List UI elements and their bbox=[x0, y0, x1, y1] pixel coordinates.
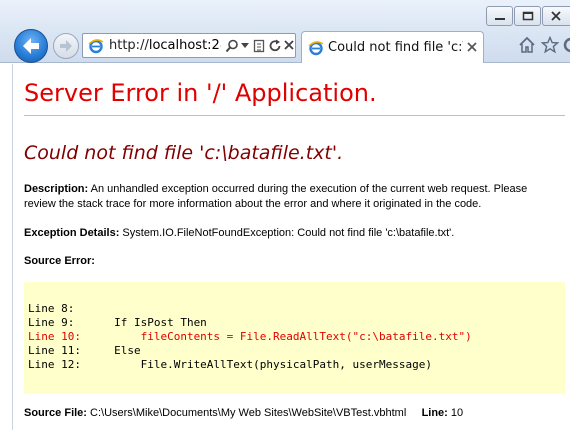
exception-details: Exception Details: System.IO.FileNotFoun… bbox=[24, 226, 554, 241]
source-line-value: 10 bbox=[450, 407, 464, 419]
address-url[interactable]: http://localhost:281 bbox=[109, 38, 221, 53]
ie-page-icon bbox=[88, 39, 104, 54]
source-error: Source Error: bbox=[24, 254, 554, 269]
code-line-8: Line 8: bbox=[28, 302, 75, 315]
page-title: Server Error in '/' Application. bbox=[24, 79, 377, 107]
description-label: Description: bbox=[24, 183, 89, 195]
code-line-10-error: Line 10: fileContents = File.ReadAllText… bbox=[28, 330, 472, 343]
tab-close-icon[interactable] bbox=[466, 41, 478, 53]
forward-arrow-icon bbox=[60, 40, 72, 52]
page-content: Server Error in '/' Application. Could n… bbox=[12, 64, 570, 430]
back-button[interactable] bbox=[14, 29, 48, 63]
tools-gear-icon[interactable] bbox=[562, 36, 570, 54]
minimize-button[interactable] bbox=[486, 6, 513, 26]
description-text: An unhandled exception occurred during t… bbox=[24, 183, 528, 210]
source-code-block: Line 8: Line 9: If IsPost Then Line 10: … bbox=[24, 282, 565, 394]
url-scheme: http:// bbox=[109, 38, 149, 53]
stop-icon[interactable] bbox=[283, 39, 295, 51]
source-file: Source File: C:\Users\Mike\Documents\My … bbox=[24, 406, 554, 421]
minimize-icon bbox=[495, 18, 505, 20]
forward-button[interactable] bbox=[53, 33, 79, 59]
maximize-icon bbox=[522, 11, 534, 21]
code-line-11: Line 11: Else bbox=[28, 344, 141, 357]
search-icon[interactable] bbox=[225, 39, 239, 53]
url-host: localhost:281 bbox=[148, 38, 221, 53]
back-arrow-icon bbox=[23, 38, 39, 54]
dropdown-icon[interactable] bbox=[241, 43, 249, 49]
refresh-icon[interactable] bbox=[269, 39, 282, 53]
tab-title: Could not find file 'c:\b... bbox=[328, 40, 463, 55]
source-line-label: Line: bbox=[421, 407, 448, 419]
home-icon[interactable] bbox=[518, 36, 536, 54]
maximize-button[interactable] bbox=[514, 6, 541, 26]
description: Description: An unhandled exception occu… bbox=[24, 182, 554, 212]
favorites-star-icon[interactable] bbox=[541, 36, 559, 54]
code-line-9: Line 9: If IsPost Then bbox=[28, 316, 207, 329]
title-divider bbox=[24, 115, 565, 116]
close-icon bbox=[551, 11, 561, 21]
ie-tab-icon bbox=[308, 41, 324, 56]
close-window-button[interactable] bbox=[542, 6, 570, 26]
source-file-path: C:\Users\Mike\Documents\My Web Sites\Web… bbox=[90, 407, 407, 419]
error-heading: Could not find file 'c:\batafile.txt'. bbox=[24, 142, 344, 164]
code-line-12: Line 12: File.WriteAllText(physicalPath,… bbox=[28, 358, 432, 371]
source-error-label: Source Error: bbox=[24, 255, 95, 267]
compatibility-view-icon[interactable] bbox=[253, 39, 266, 53]
source-file-label: Source File: bbox=[24, 407, 87, 419]
exception-details-text: System.IO.FileNotFoundException: Could n… bbox=[122, 227, 455, 239]
exception-details-label: Exception Details: bbox=[24, 227, 120, 239]
tab-active[interactable]: Could not find file 'c:\b... bbox=[301, 31, 484, 63]
address-bar[interactable]: http://localhost:281 bbox=[82, 33, 296, 58]
browser-chrome: http://localhost:281 Could not find file… bbox=[0, 0, 570, 63]
